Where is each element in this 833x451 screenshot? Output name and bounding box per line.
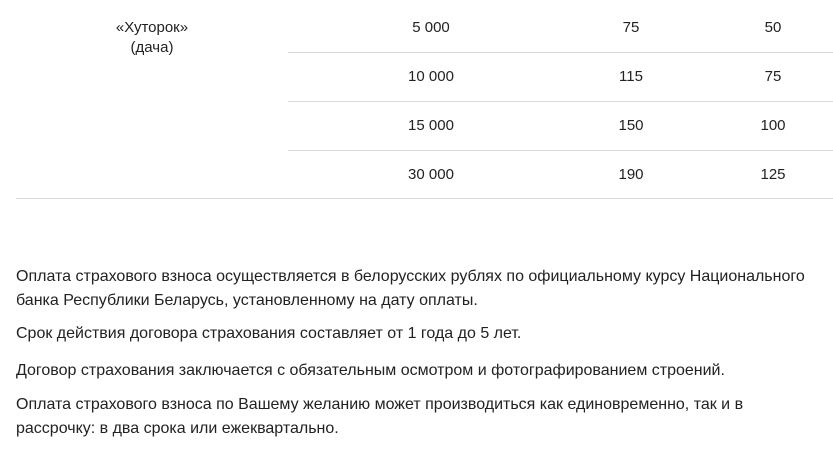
object-label: «Хуторок» (дача) [16, 18, 288, 58]
table-row: 30 000 190 125 [288, 150, 833, 199]
premium-cell-2: 125 [760, 166, 786, 183]
table-row: 15 000 150 100 [288, 101, 833, 150]
installment-note: Оплата страхового взноса по Вашему желан… [16, 396, 744, 437]
object-type: (дача) [130, 39, 174, 56]
table-bottom-border [16, 198, 833, 199]
contract-term-note: Срок действия договора страхования соста… [16, 325, 522, 342]
tariff-table: «Хуторок» (дача) 5 000 75 50 10 000 115 … [16, 0, 833, 200]
payment-currency-note: Оплата страхового взноса осуществляется … [16, 268, 805, 309]
table-row: 10 000 115 75 [288, 52, 833, 101]
premium-cell-2: 75 [764, 68, 782, 85]
conditions-notes: Оплата страхового взноса осуществляется … [16, 265, 826, 451]
premium-cell-1: 150 [618, 117, 644, 134]
insured-sum-cell: 15 000 [408, 117, 454, 134]
table-row: 5 000 75 50 [288, 3, 833, 52]
premium-cell-1: 75 [622, 19, 640, 36]
insured-sum-cell: 10 000 [408, 68, 454, 85]
premium-cell-2: 50 [764, 19, 782, 36]
insured-sum-cell: 5 000 [412, 19, 450, 36]
insured-sum-cell: 30 000 [408, 166, 454, 183]
object-name: «Хуторок» [115, 19, 189, 36]
premium-cell-2: 100 [760, 117, 786, 134]
premium-cell-1: 190 [618, 166, 644, 183]
inspection-note: Договор страхования заключается с обязат… [16, 362, 725, 379]
premium-cell-1: 115 [619, 68, 643, 85]
